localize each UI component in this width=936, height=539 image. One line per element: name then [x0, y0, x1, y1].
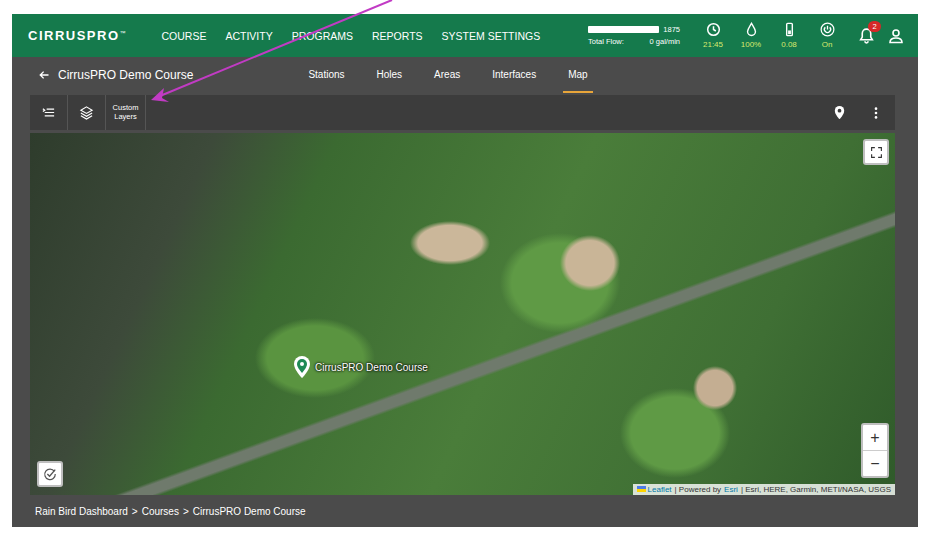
nav-item[interactable]: SYSTEM SETTINGS: [442, 30, 541, 42]
breadcrumb-item[interactable]: Rain Bird Dashboard: [35, 506, 128, 517]
more-menu-icon[interactable]: [869, 106, 883, 120]
flow-value: 1875: [663, 25, 680, 34]
user-icon[interactable]: [888, 28, 904, 44]
breadcrumb-item[interactable]: Courses: [142, 506, 179, 517]
flag-icon: [637, 486, 646, 492]
annotation-arrow-icon: [0, 0, 936, 539]
custom-layers-button[interactable]: Custom Layers: [106, 95, 146, 130]
locate-button[interactable]: [37, 461, 63, 487]
top-bar: CIRRUSPRO™ COURSE ACTIVITY PROGRAMS REPORTS S…: [12, 14, 918, 57]
breadcrumb-item: CirrusPRO Demo Course: [193, 506, 306, 517]
legend-button[interactable]: [30, 95, 68, 130]
water-drop-icon: [744, 22, 759, 37]
map-panel: Custom Layers CirrusPRO Demo Course +− Leaf…: [12, 93, 918, 495]
attribution-part: | Powered by: [675, 485, 722, 494]
power-icon: [820, 22, 835, 37]
zoom-button[interactable]: +: [863, 425, 887, 450]
flow-reading: 0 gal/min: [650, 37, 680, 46]
fullscreen-icon: [870, 146, 883, 159]
tabs: Stations Holes Areas Interfaces Map: [303, 57, 592, 93]
zoom-button[interactable]: −: [863, 450, 887, 476]
total-flow: 1875 Total Flow: 0 gal/min: [588, 25, 680, 46]
clock-icon: [706, 22, 721, 37]
map-pin-icon: [292, 355, 312, 379]
flow-fill: [588, 26, 659, 33]
map-toolbar: Custom Layers: [30, 95, 895, 130]
nav-item[interactable]: COURSE: [162, 30, 207, 42]
nav-item[interactable]: ACTIVITY: [225, 30, 272, 42]
status-text: 0.08: [781, 40, 797, 49]
tab[interactable]: Areas: [429, 57, 465, 93]
course-title: CirrusPRO Demo Course: [58, 68, 193, 82]
attribution-part[interactable]: Esri: [724, 485, 738, 494]
zoom-control: +−: [861, 423, 889, 478]
status-text: On: [822, 40, 833, 49]
location-pin-icon[interactable]: [832, 105, 847, 120]
logo[interactable]: CIRRUSPRO™: [28, 28, 126, 43]
map-attribution: Leaflet| Powered byEsri| Esri, HERE, Gar…: [633, 484, 895, 495]
breadcrumb: Rain Bird Dashboard > Courses > CirrusPRO De…: [12, 495, 918, 527]
layers-button[interactable]: [68, 95, 106, 130]
course-pin[interactable]: CirrusPRO Demo Course: [292, 355, 428, 379]
app-frame: CIRRUSPRO™ COURSE ACTIVITY PROGRAMS REPORTS S…: [12, 14, 918, 527]
nav-item[interactable]: REPORTS: [372, 30, 423, 42]
attribution-part[interactable]: Leaflet: [637, 485, 672, 494]
tab[interactable]: Holes: [372, 57, 408, 93]
status-item[interactable]: 100%: [732, 22, 770, 49]
status-item[interactable]: On: [808, 22, 846, 49]
list-icon: [41, 105, 56, 120]
nav-item[interactable]: PROGRAMS: [292, 30, 353, 42]
back-arrow-icon[interactable]: [38, 69, 50, 81]
map[interactable]: CirrusPRO Demo Course +− Leaflet| Powered …: [30, 133, 895, 495]
check-circle-icon: [43, 467, 57, 481]
page: CIRRUSPRO™ COURSE ACTIVITY PROGRAMS REPORTS S…: [0, 0, 936, 539]
status-text: 100%: [741, 40, 761, 49]
layers-icon: [79, 105, 94, 120]
trademark: ™: [120, 30, 126, 36]
notification-badge: 2: [868, 21, 881, 32]
attribution-part: | Esri, HERE, Garmin, METI/NASA, USGS: [741, 485, 891, 494]
pin-label: CirrusPRO Demo Course: [315, 362, 428, 373]
course-bar: CirrusPRO Demo Course Stations Holes Areas I…: [12, 57, 918, 93]
breadcrumb-separator: >: [132, 506, 138, 517]
flow-bar: [588, 26, 659, 33]
notifications-button[interactable]: 2: [858, 27, 876, 45]
tab[interactable]: Map: [563, 57, 592, 93]
status-text: 21:45: [703, 40, 723, 49]
tab[interactable]: Stations: [303, 57, 349, 93]
rain-gauge-icon: [782, 22, 797, 37]
status-item[interactable]: 0.08: [770, 22, 808, 49]
tab[interactable]: Interfaces: [487, 57, 541, 93]
status-item[interactable]: 21:45: [694, 22, 732, 49]
fullscreen-button[interactable]: [863, 139, 889, 165]
flow-label: Total Flow:: [588, 37, 624, 46]
main-nav: COURSE ACTIVITY PROGRAMS REPORTS SYSTEM SETT…: [162, 30, 541, 42]
breadcrumb-separator: >: [183, 506, 189, 517]
